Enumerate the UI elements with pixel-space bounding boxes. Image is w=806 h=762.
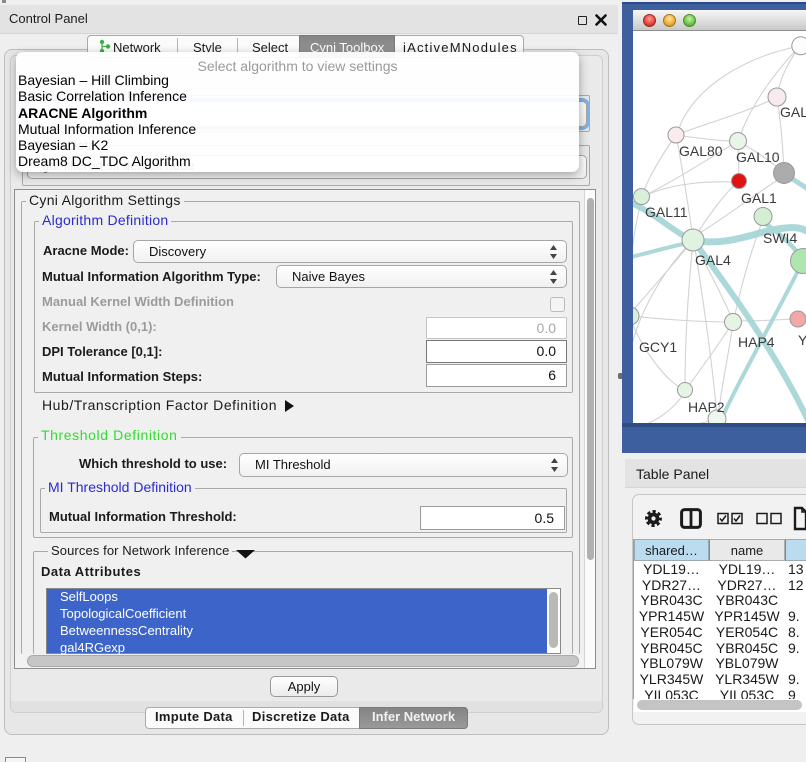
svg-text:GAL11: GAL11 [645, 204, 688, 220]
svg-text:GAL10: GAL10 [736, 149, 780, 165]
svg-text:HAP4: HAP4 [738, 334, 775, 350]
svg-text:SWI4: SWI4 [763, 230, 797, 246]
svg-text:Y: Y [798, 332, 806, 348]
svg-text:GAL: GAL [780, 104, 806, 120]
svg-text:GAL4: GAL4 [695, 252, 731, 268]
svg-text:HAP2: HAP2 [688, 399, 725, 415]
svg-text:GAL1: GAL1 [741, 190, 777, 206]
svg-text:GCY1: GCY1 [639, 339, 677, 355]
svg-text:GAL80: GAL80 [679, 143, 723, 159]
